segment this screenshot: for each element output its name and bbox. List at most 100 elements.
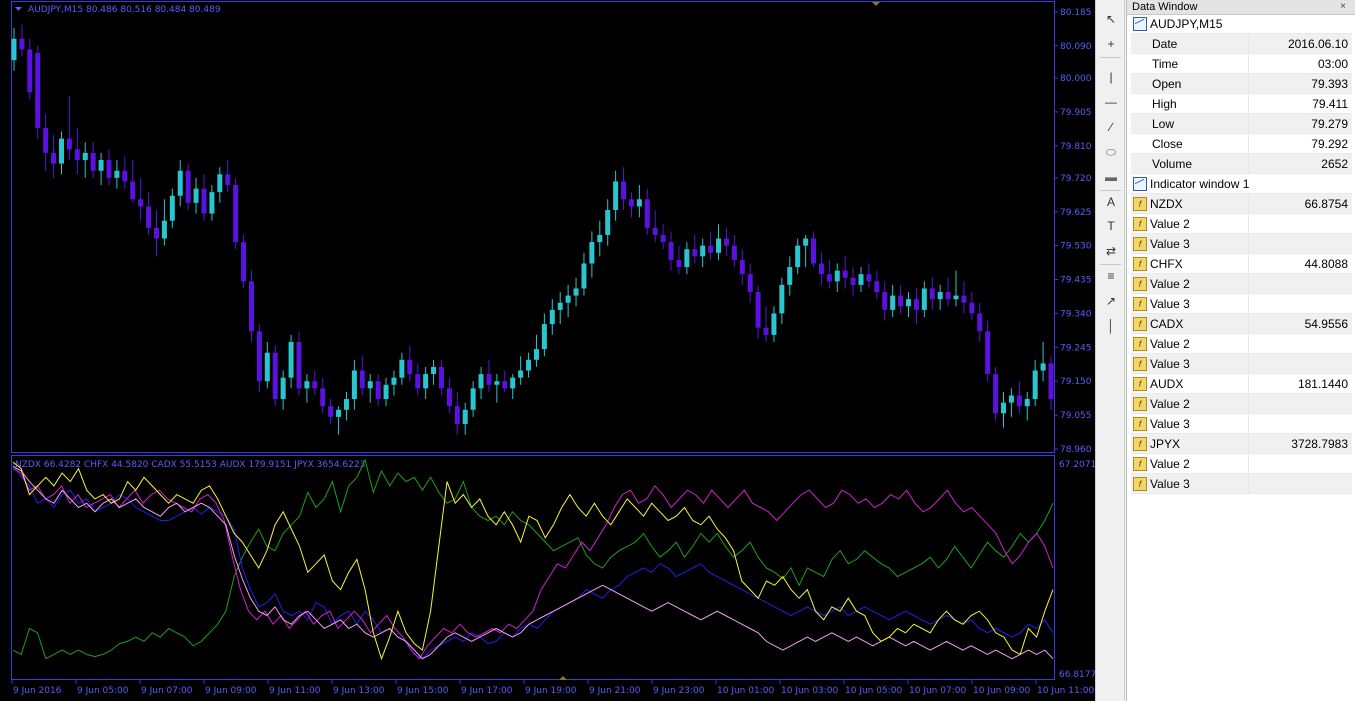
- candle: [510, 374, 516, 400]
- price-tick-label: 79.905: [1060, 108, 1092, 118]
- rectangle-icon[interactable]: ▬: [1099, 166, 1123, 188]
- candle: [248, 270, 254, 342]
- candle-body: [431, 366, 437, 375]
- indicator-icon: f: [1133, 356, 1147, 371]
- text-label-icon[interactable]: T: [1099, 215, 1123, 237]
- time-label: 9 Jun 17:00: [461, 686, 513, 696]
- candle: [779, 277, 785, 325]
- candle: [668, 231, 674, 271]
- price-tick-label: 79.810: [1060, 142, 1092, 152]
- fibo-retracement-icon[interactable]: ≡: [1099, 265, 1123, 287]
- arrow-cursor-icon[interactable]: ↖: [1099, 8, 1123, 30]
- data-window-row-value: [1249, 474, 1352, 493]
- candle-body: [169, 195, 175, 221]
- vertical-line-icon[interactable]: |: [1099, 66, 1123, 88]
- collapse-arrow-icon[interactable]: [15, 7, 22, 11]
- chart-shift-marker-icon[interactable]: [872, 2, 880, 6]
- indicator-icon: f: [1133, 276, 1147, 291]
- data-window-row: f CHFX 44.8088: [1131, 254, 1352, 274]
- period-separator-marker-icon[interactable]: [559, 676, 567, 680]
- indicator-bottom-value: 66.8177: [1059, 670, 1095, 680]
- candle-body: [193, 188, 199, 203]
- candle: [98, 152, 104, 186]
- candle: [470, 381, 476, 417]
- data-window-row: f CADX 54.9556: [1131, 314, 1352, 334]
- candle: [209, 185, 215, 221]
- chart-window-icon: [1133, 176, 1147, 191]
- candle-body: [676, 259, 682, 268]
- data-window-row-value: [1249, 354, 1352, 373]
- candle-body: [644, 199, 650, 228]
- row-label-text: Value 3: [1150, 296, 1190, 311]
- data-window-row: Time 03:00: [1131, 54, 1352, 74]
- text-icon[interactable]: A: [1099, 191, 1123, 213]
- candle-body: [1001, 402, 1007, 414]
- candle-body: [510, 377, 516, 389]
- candle: [351, 359, 357, 410]
- candle: [533, 334, 539, 367]
- crosshair-icon[interactable]: +: [1099, 33, 1123, 55]
- candle-body: [731, 245, 737, 260]
- data-window-row-value: [1249, 294, 1352, 313]
- candle-body: [264, 352, 270, 382]
- candle-body: [597, 234, 603, 243]
- candle-body: [1040, 363, 1046, 371]
- candle: [890, 284, 896, 318]
- data-window-row-value: [1249, 414, 1352, 433]
- candle: [526, 352, 532, 378]
- fibo-time-zones-icon[interactable]: │: [1099, 315, 1123, 337]
- data-window-title-bar[interactable]: Data Window ×: [1127, 0, 1355, 15]
- chart-window-icon: [1133, 16, 1147, 31]
- row-label-text: High: [1152, 96, 1177, 111]
- price-chart[interactable]: AUDJPY,M15 80.486 80.516 80.484 80.489 N…: [0, 0, 1095, 701]
- candle-body: [518, 370, 524, 378]
- candle: [11, 28, 17, 71]
- horizontal-line-icon[interactable]: —: [1099, 91, 1123, 113]
- price-tick-label: 79.055: [1060, 411, 1092, 421]
- candle: [945, 277, 951, 307]
- data-window-row-value: 79.411: [1312, 96, 1348, 111]
- candle: [644, 188, 650, 235]
- candle: [312, 370, 318, 396]
- candle-body: [779, 284, 785, 314]
- indicator-icon: f: [1133, 376, 1147, 391]
- close-icon[interactable]: ×: [1337, 1, 1349, 12]
- candle-body: [391, 377, 397, 385]
- data-window-row-value: 44.8088: [1304, 256, 1348, 271]
- candle-body: [272, 352, 278, 400]
- data-window-row-label: f Value 3: [1131, 234, 1249, 253]
- row-label-text: Value 2: [1150, 216, 1190, 231]
- candle-body: [716, 238, 722, 253]
- candle: [1001, 391, 1007, 428]
- candle: [700, 238, 706, 268]
- price-tick-label: 78.960: [1060, 445, 1092, 455]
- fibo-fan-icon[interactable]: ↗: [1099, 290, 1123, 312]
- candle-body: [43, 127, 49, 153]
- candle-body: [747, 274, 753, 293]
- candle: [304, 374, 310, 403]
- candle: [518, 356, 524, 385]
- candle-body: [478, 374, 484, 389]
- candle-body: [201, 188, 207, 214]
- data-window-row-value: 2652: [1321, 156, 1348, 171]
- candle: [652, 209, 658, 243]
- candle-body: [470, 388, 476, 410]
- arrows-icon[interactable]: ⇄: [1099, 240, 1123, 262]
- candle: [628, 192, 634, 218]
- data-window-row-label: High: [1131, 94, 1249, 113]
- candle: [264, 341, 270, 389]
- candle-body: [153, 227, 159, 239]
- candle-body: [818, 263, 824, 275]
- candle-body: [977, 313, 983, 332]
- candle: [549, 299, 555, 335]
- candle: [241, 234, 247, 289]
- candle: [636, 185, 642, 218]
- candle-body: [66, 138, 72, 150]
- candle: [35, 45, 41, 139]
- trendline-icon[interactable]: ∕: [1099, 116, 1123, 138]
- candle-body: [454, 406, 460, 425]
- ellipse-icon[interactable]: ⬭: [1099, 141, 1123, 163]
- candle: [114, 160, 120, 189]
- indicator-icon: f: [1133, 476, 1147, 491]
- chart-area[interactable]: AUDJPY,M15 80.486 80.516 80.484 80.489 N…: [0, 0, 1095, 701]
